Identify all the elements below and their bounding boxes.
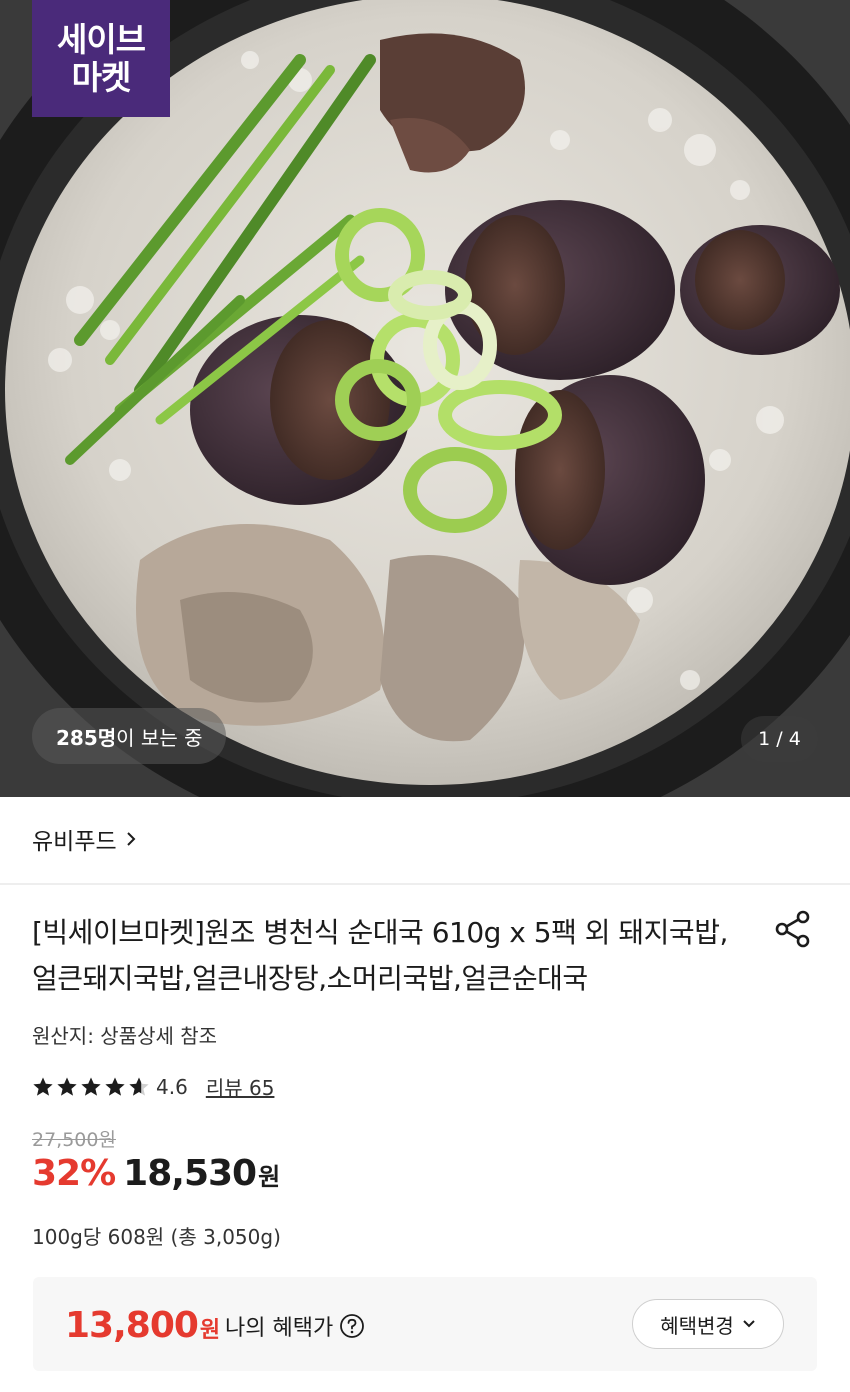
rating-value: 4.6	[156, 1074, 188, 1099]
price-row: 32% 18,530 원	[32, 1153, 280, 1194]
benefit-currency: 원	[199, 1318, 221, 1343]
product-photo	[0, 0, 850, 797]
viewers-count: 285명	[56, 725, 117, 750]
change-benefit-button[interactable]: 혜택변경	[632, 1299, 784, 1349]
sale-price-currency: 원	[258, 1163, 281, 1191]
my-benefit-box: 13,800 원 나의 혜택가 혜택변경	[33, 1277, 817, 1371]
image-page-indicator: 1 / 4	[741, 716, 818, 762]
brand-logo-line2: 마켓	[71, 57, 132, 97]
benefit-price: 13,800 원	[65, 1305, 220, 1346]
star-icon	[81, 1077, 101, 1096]
benefit-label: 나의 혜택가	[225, 1316, 334, 1341]
seller-link[interactable]: 유비푸드	[32, 822, 137, 856]
benefit-amount: 13,800	[65, 1305, 199, 1346]
benefit-label-group: 나의 혜택가	[225, 1310, 365, 1342]
brand-logo-badge: 세이브 마켓	[32, 0, 170, 117]
chevron-right-icon	[126, 832, 136, 846]
product-title: [빅세이브마켓]원조 병천식 순대국 610g x 5팩 외 돼지국밥,얼큰돼지…	[32, 916, 728, 995]
change-benefit-label: 혜택변경	[660, 1313, 734, 1338]
star-icon	[57, 1077, 77, 1096]
rating-row: 4.6 리뷰 65	[32, 1072, 274, 1101]
star-icon	[129, 1077, 149, 1096]
sale-price: 18,530	[123, 1153, 257, 1194]
brand-logo-line1: 세이브	[56, 19, 146, 59]
star-rating	[32, 1076, 150, 1098]
share-icon[interactable]	[774, 910, 812, 948]
discount-rate: 32%	[32, 1153, 116, 1194]
original-price: 27,500원	[32, 1129, 116, 1151]
origin-info: 원산지: 상품상세 참조	[32, 1024, 218, 1048]
live-viewers-pill: 285명 이 보는 중	[32, 708, 227, 764]
seller-name: 유비푸드	[32, 829, 117, 855]
viewers-suffix: 이 보는 중	[116, 725, 203, 750]
product-image-carousel[interactable]: 세이브 마켓 285명 이 보는 중 1 / 4	[0, 0, 850, 797]
chevron-down-icon	[743, 1320, 755, 1328]
review-count-link[interactable]: 리뷰 65	[206, 1072, 275, 1101]
section-divider	[0, 883, 850, 885]
unit-price: 100g당 608원 (총 3,050g)	[32, 1225, 281, 1249]
star-icon	[105, 1077, 125, 1096]
help-circle-icon[interactable]	[339, 1313, 365, 1339]
star-icon	[33, 1077, 53, 1096]
